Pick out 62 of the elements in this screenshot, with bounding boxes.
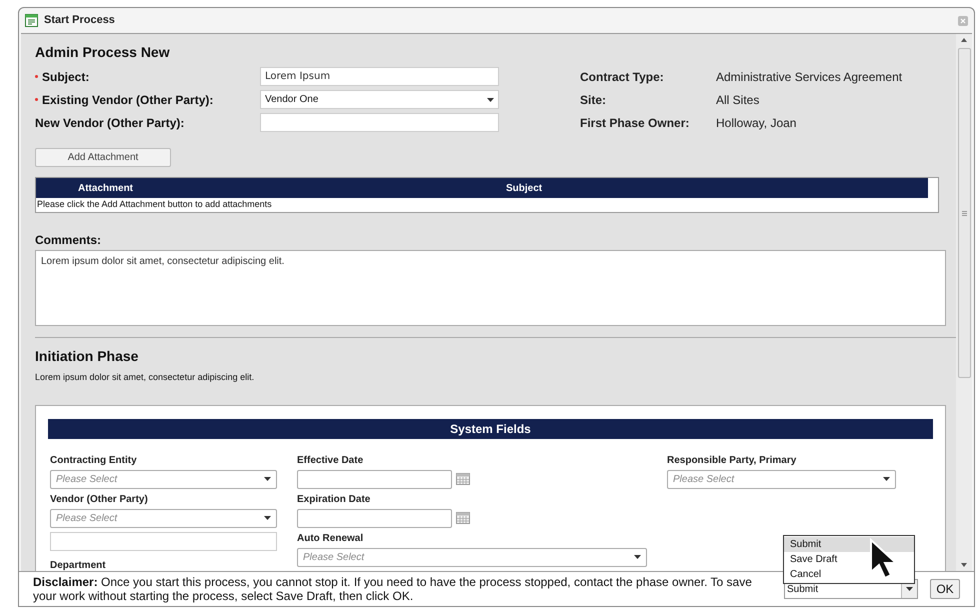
column-header: Subject <box>506 182 542 196</box>
field-label: Vendor (Other Party) <box>50 492 149 506</box>
scroll-down-icon <box>961 563 967 567</box>
caret-icon <box>264 516 271 520</box>
info-value: Holloway, Joan <box>716 114 796 132</box>
field-label: Existing Vendor (Other Party): <box>42 92 214 108</box>
column-header: Attachment <box>77 182 134 196</box>
field-label: Responsible Party, Primary <box>667 454 798 466</box>
window-title: Start Process <box>44 13 115 28</box>
caret-icon <box>264 477 271 481</box>
input-field[interactable] <box>260 113 499 132</box>
field-label: Auto Renewal <box>297 532 364 544</box>
scrollbar[interactable] <box>956 34 972 571</box>
info-value: All Sites <box>716 92 760 108</box>
select-placeholder: Please Select <box>56 512 118 526</box>
form-icon <box>25 14 38 27</box>
calendar-icon[interactable] <box>456 512 470 524</box>
scroll-thumb[interactable] <box>958 48 970 378</box>
close-button[interactable] <box>958 16 968 26</box>
select-field[interactable]: Vendor One <box>260 90 499 109</box>
calendar-icon[interactable] <box>456 473 470 485</box>
select-field[interactable]: Please Select <box>667 470 896 488</box>
info-label: Site: <box>580 92 608 108</box>
scroll-up-icon <box>961 38 967 42</box>
comments-field[interactable]: Lorem ipsum dolor sit amet, consectetur adipiscing elit. <box>35 250 946 326</box>
comments-label: Comments: <box>35 233 102 247</box>
info-value: Administrative Services Agreement <box>716 68 902 86</box>
disclaimer-text: Disclaimer: Once you start this process, you cannot stop it. If you need to have the process stopped, contact the phase owner. To save your work without starting the process, select Save Draft, then click OK. <box>33 575 753 603</box>
field-label: Subject: <box>42 68 90 86</box>
menu-option[interactable]: Submit <box>784 537 914 552</box>
date-field[interactable] <box>297 508 452 528</box>
empty-message: Please click the Add Attachment button to add attachments <box>36 198 273 211</box>
select-placeholder: Please Select <box>56 472 118 486</box>
field-label: Department <box>50 558 107 571</box>
grip-icon <box>962 210 966 216</box>
panel-header: System Fields <box>48 418 933 438</box>
field-label: Contracting Entity <box>50 454 138 466</box>
field-label: Effective Date <box>297 454 364 466</box>
caret-icon <box>883 477 890 481</box>
close-icon <box>960 18 966 24</box>
select-field[interactable]: Please Select <box>297 548 647 566</box>
form-title: Admin Process New <box>35 43 171 61</box>
input-field[interactable]: Lorem Ipsum <box>260 67 499 86</box>
section-title: Initiation Phase <box>35 347 140 365</box>
select-placeholder: Please Select <box>673 472 734 486</box>
input-field[interactable] <box>50 532 277 550</box>
caret-icon <box>634 555 641 559</box>
ok-button[interactable]: OK <box>930 579 960 599</box>
field-label: Expiration Date <box>297 492 372 506</box>
caret-icon <box>487 98 494 102</box>
add-attachment-button[interactable]: Add Attachment <box>35 148 171 167</box>
select-value: Vendor One <box>265 93 318 107</box>
select-field[interactable]: Please Select <box>50 508 277 528</box>
select-value: Submit <box>786 582 820 596</box>
date-field[interactable] <box>297 470 452 488</box>
select-field[interactable]: Please Select <box>50 470 277 488</box>
caret-icon <box>906 587 913 591</box>
select-placeholder: Please Select <box>303 550 364 564</box>
info-label: Contract Type: <box>580 68 665 86</box>
info-label: First Phase Owner: <box>580 114 690 132</box>
field-label: New Vendor (Other Party): <box>35 114 184 132</box>
section-description: Lorem ipsum dolor sit amet, consectetur adipiscing elit. <box>35 371 256 384</box>
